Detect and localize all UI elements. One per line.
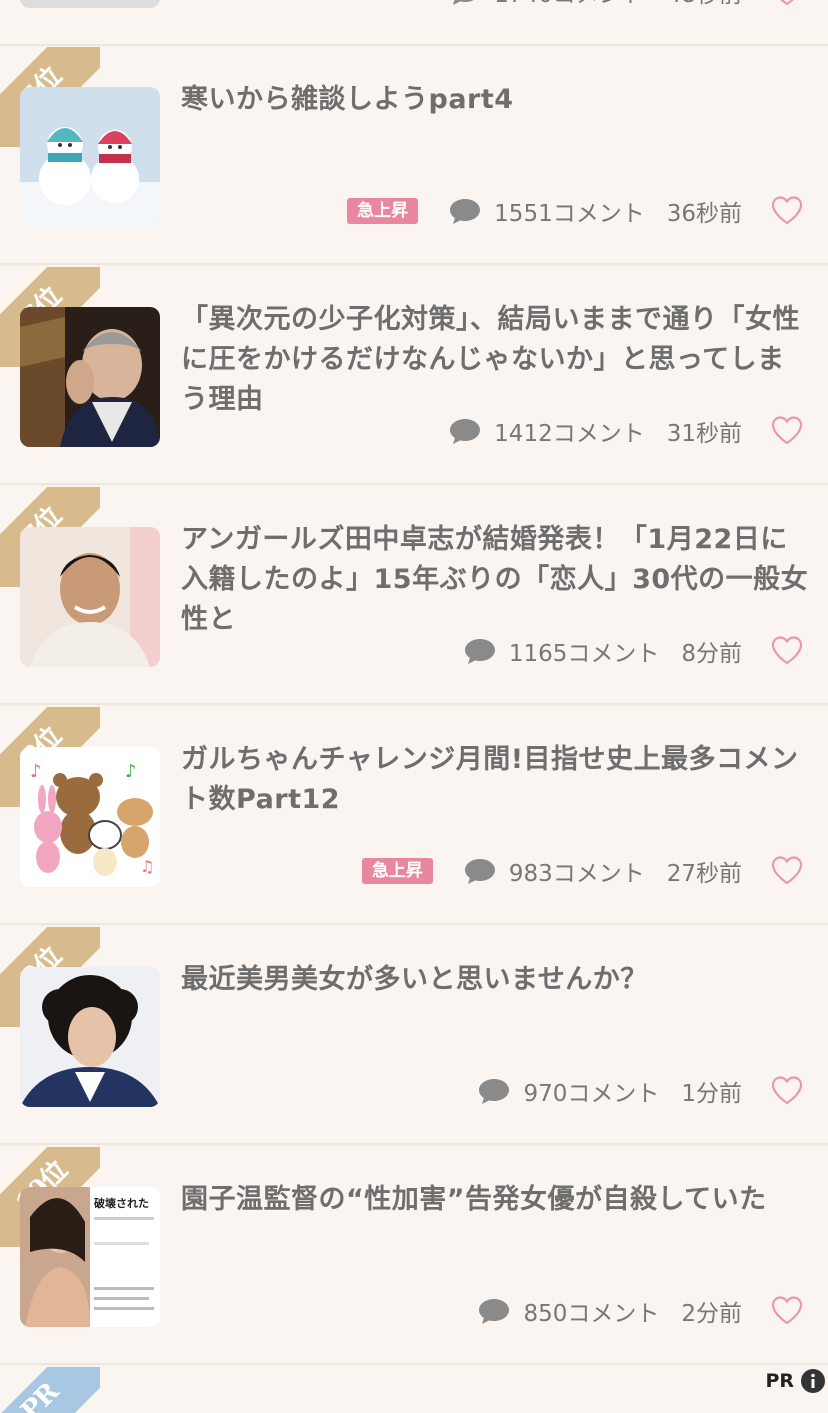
post-time: 31秒前: [666, 421, 742, 447]
row-meta: 1412コメント 31秒前: [448, 416, 742, 447]
thumbnail-animals: ♪ ♪ ♫: [20, 747, 160, 887]
comment-bubble-icon: [464, 639, 495, 664]
post-time: 8分前: [681, 641, 742, 667]
post-time: 48秒前: [667, 0, 742, 9]
heart-icon[interactable]: [770, 1074, 804, 1106]
topic-title[interactable]: ガルちゃんチャレンジ月間!目指せ史上最多コメント数Part12: [181, 740, 811, 820]
thumb-article-text: 破壊された: [94, 1196, 149, 1210]
thumbnail: [20, 0, 160, 8]
comment-bubble-icon: [453, 0, 474, 5]
trending-badge: 急上昇: [347, 198, 419, 224]
rank-label: PR: [15, 1377, 65, 1413]
comment-bubble-icon: [479, 1299, 510, 1324]
comment-bubble-icon: [450, 419, 481, 444]
svg-text:♫: ♫: [140, 857, 154, 876]
topic-title[interactable]: 寒いから雑談しようpart4: [181, 80, 811, 120]
post-time: 36秒前: [666, 201, 742, 227]
comment-count: 1740コメント: [494, 0, 645, 9]
comment-bubble-icon: [450, 199, 481, 224]
row-meta: 850コメント 2分前: [477, 1296, 742, 1327]
comment-count: 970コメント: [523, 1081, 660, 1107]
topic-title[interactable]: アンガールズ田中卓志が結婚発表！「1月22日に入籍したのよ」15年ぶりの「恋人」…: [181, 520, 811, 640]
comment-count: 850コメント: [523, 1301, 660, 1327]
ranking-row[interactable]: 1740コメント 48秒前: [0, 0, 828, 46]
svg-text:♪: ♪: [125, 761, 137, 782]
row-meta: 1165コメント 8分前: [463, 636, 742, 667]
heart-icon[interactable]: [770, 414, 804, 446]
ranking-row[interactable]: 5位 寒いから雑談しようpart4 急上昇 1551コメント 36秒前: [0, 47, 828, 265]
post-time: 2分前: [681, 1301, 742, 1327]
post-time: 27秒前: [666, 861, 742, 887]
comment-bubble-icon: [464, 859, 495, 884]
ranking-row[interactable]: 7位 アンガールズ田中卓志が結婚発表！「1月22日に入籍したのよ」15年ぶりの「…: [0, 487, 828, 705]
ranking-row[interactable]: 9位 最近美男美女が多いと思いませんか？ 970コメント 1分前: [0, 927, 828, 1145]
ad-label[interactable]: PR: [758, 1366, 828, 1396]
comment-count: 1165コメント: [508, 641, 660, 667]
thumbnail-actor: [20, 967, 160, 1107]
svg-text:♪: ♪: [30, 761, 42, 782]
heart-icon[interactable]: [770, 0, 804, 7]
heart-icon[interactable]: [770, 1294, 804, 1326]
trending-badge: 急上昇: [361, 858, 433, 884]
pr-ribbon: PR: [0, 1367, 100, 1413]
comment-count: 983コメント: [508, 861, 645, 887]
topic-title[interactable]: 最近美男美女が多いと思いませんか？: [181, 960, 811, 1000]
pr-row[interactable]: PR: [0, 1367, 828, 1413]
thumbnail-snowmen: [20, 87, 160, 227]
thumbnail-man: [20, 307, 160, 447]
thumbnail-actress-article: 破壊された: [20, 1187, 160, 1327]
ranking-row[interactable]: 10位 破壊された 園子温監督の“性加害”告発女優が自殺していた 850コメント…: [0, 1147, 828, 1365]
row-meta: 1740コメント 48秒前: [448, 0, 742, 9]
comment-bubble-icon: [479, 1079, 510, 1104]
topic-title[interactable]: 「異次元の少子化対策」、結局いままで通り「女性に圧をかけるだけなんじゃないか」と…: [181, 300, 811, 420]
info-icon[interactable]: [800, 1368, 826, 1394]
heart-icon[interactable]: [770, 854, 804, 886]
thumbnail-comedian: [20, 527, 160, 667]
topic-title[interactable]: 園子温監督の“性加害”告発女優が自殺していた: [181, 1180, 811, 1220]
comment-count: 1412コメント: [494, 421, 645, 447]
row-meta: 急上昇 983コメント 27秒前: [361, 856, 742, 887]
comment-count: 1551コメント: [494, 201, 645, 227]
post-time: 1分前: [681, 1081, 742, 1107]
row-meta: 急上昇 1551コメント 36秒前: [347, 196, 742, 227]
heart-icon[interactable]: [770, 194, 804, 226]
pr-label: PR: [765, 1370, 794, 1392]
heart-icon[interactable]: [770, 634, 804, 666]
ranking-row[interactable]: 8位 ♪♪♫ ガルちゃんチャレンジ月間!目指せ史上最多コメント数Part12 急…: [0, 707, 828, 925]
ranking-row[interactable]: 6位 「異次元の少子化対策」、結局いままで通り「女性に圧をかけるだけなんじゃない…: [0, 267, 828, 485]
row-meta: 970コメント 1分前: [477, 1076, 742, 1107]
